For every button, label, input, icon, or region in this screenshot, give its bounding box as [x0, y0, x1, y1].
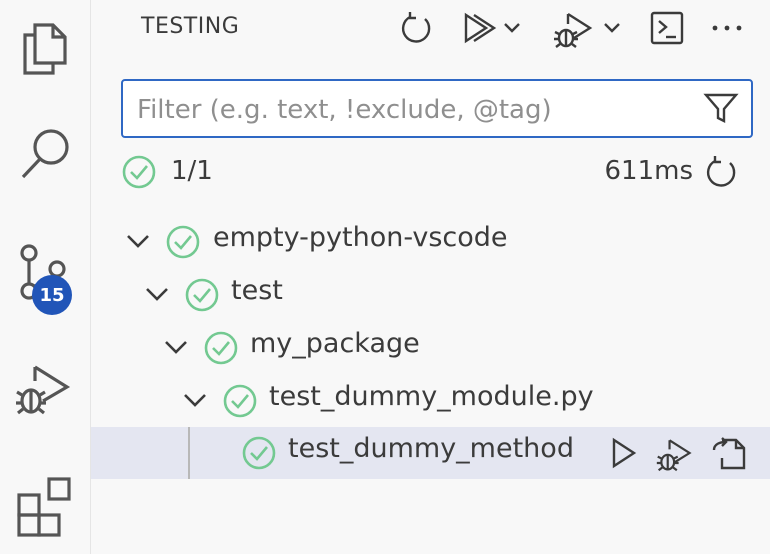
debug-all-tests-button[interactable] — [549, 6, 599, 50]
debug-test-button[interactable] — [653, 431, 697, 475]
run-icon — [612, 437, 637, 469]
chevron-down-icon — [504, 23, 520, 33]
refresh-tests-button[interactable] — [391, 6, 441, 50]
refresh-icon — [401, 12, 431, 43]
chevron-down-icon[interactable] — [180, 385, 210, 415]
chevron-down-icon — [604, 23, 620, 33]
filter-input[interactable] — [135, 91, 699, 129]
chevron-down-icon[interactable] — [142, 279, 172, 309]
source-control-badge: 15 — [32, 275, 72, 315]
passed-icon — [223, 384, 257, 418]
test-duration: 611ms — [604, 156, 694, 186]
debug-icon — [656, 439, 692, 472]
run-debug-icon[interactable] — [0, 338, 90, 428]
rerun-icon[interactable] — [703, 154, 739, 190]
panel-title: TESTING — [141, 14, 240, 39]
extensions-icon[interactable] — [0, 460, 90, 550]
run-dropdown-button[interactable] — [501, 6, 523, 50]
go-to-file-icon — [712, 437, 746, 470]
run-all-icon — [464, 12, 497, 44]
tree-item-module[interactable]: test_dummy_module.py — [91, 375, 770, 427]
run-all-tests-button[interactable] — [459, 6, 499, 50]
tree-item-label: test — [231, 275, 283, 306]
passed-icon — [166, 225, 200, 259]
test-summary: 1/1 611ms — [121, 152, 751, 192]
tree-item-package[interactable]: my_package — [91, 322, 770, 374]
passed-icon — [204, 331, 238, 365]
tree-item-label: test_dummy_module.py — [269, 381, 594, 412]
indent-guide — [188, 427, 190, 479]
tree-item-test-method[interactable]: test_dummy_method — [91, 427, 770, 479]
debug-all-icon — [554, 12, 593, 48]
terminal-icon — [650, 11, 684, 45]
testing-panel: TESTING Filter (e.g. text, !exclude, @ta… — [91, 0, 770, 554]
filter-icon[interactable] — [703, 91, 739, 125]
test-count: 1/1 — [171, 156, 213, 186]
tree-item-label: empty-python-vscode — [213, 222, 508, 253]
passed-icon — [242, 436, 276, 470]
chevron-down-icon[interactable] — [161, 332, 191, 362]
passed-icon — [122, 155, 156, 189]
filter-box — [121, 79, 753, 138]
more-actions-button[interactable] — [705, 6, 749, 50]
go-to-test-button[interactable] — [707, 431, 751, 475]
run-test-button[interactable] — [601, 431, 645, 475]
explorer-icon[interactable] — [0, 0, 90, 90]
chevron-down-icon[interactable] — [123, 226, 153, 256]
passed-icon — [185, 278, 219, 312]
tree-item-workspace[interactable]: empty-python-vscode — [91, 216, 770, 268]
activity-bar: 15 — [0, 0, 91, 554]
show-output-button[interactable] — [645, 6, 689, 50]
tree-item-label: test_dummy_method — [288, 433, 574, 464]
tree-item-test-folder[interactable]: test — [91, 269, 770, 321]
more-icon — [712, 25, 742, 31]
debug-dropdown-button[interactable] — [601, 6, 623, 50]
tree-item-label: my_package — [250, 328, 420, 359]
search-icon[interactable] — [0, 108, 90, 198]
